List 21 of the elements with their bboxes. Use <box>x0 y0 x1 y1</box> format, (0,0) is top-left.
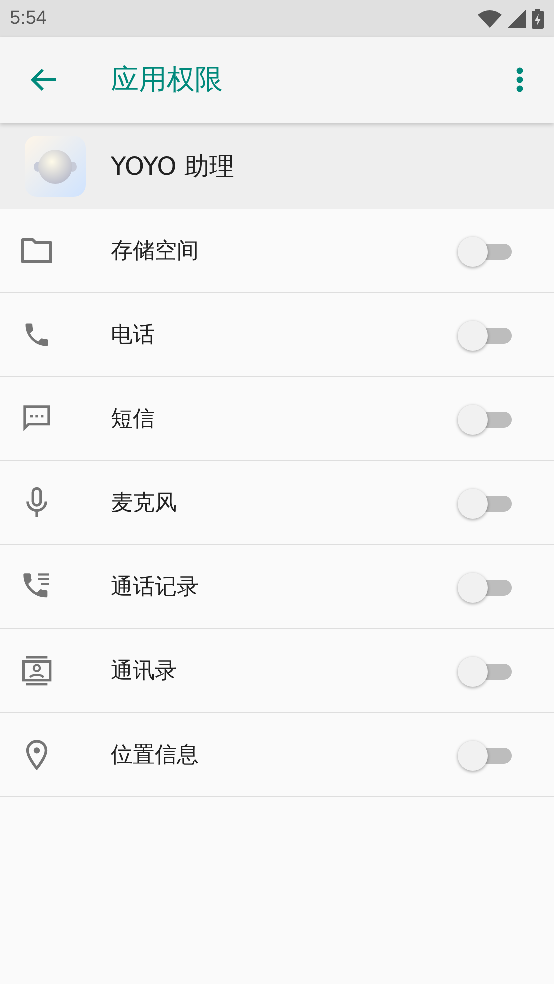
app-name: YOYO 助理 <box>111 150 235 182</box>
location-pin-icon <box>24 738 50 770</box>
back-arrow-icon <box>30 68 58 92</box>
status-time: 5:54 <box>10 8 47 30</box>
contact-card-icon <box>21 654 53 686</box>
permission-label: 位置信息 <box>111 742 200 770</box>
more-vertical-icon <box>516 67 524 93</box>
message-icon <box>21 402 53 434</box>
wifi-icon <box>478 10 502 28</box>
app-icon <box>25 136 86 196</box>
permission-label: 通讯录 <box>111 658 178 686</box>
screen-title: 应用权限 <box>111 62 224 98</box>
folder-icon <box>21 238 53 264</box>
signal-icon <box>508 10 526 28</box>
permission-label: 通话记录 <box>111 574 200 602</box>
permission-label: 短信 <box>111 406 156 434</box>
permission-label: 麦克风 <box>111 490 178 518</box>
battery-charging-icon <box>532 8 544 28</box>
permission-label: 电话 <box>111 322 156 350</box>
microphone-icon <box>24 486 50 518</box>
permission-label: 存储空间 <box>111 238 200 266</box>
